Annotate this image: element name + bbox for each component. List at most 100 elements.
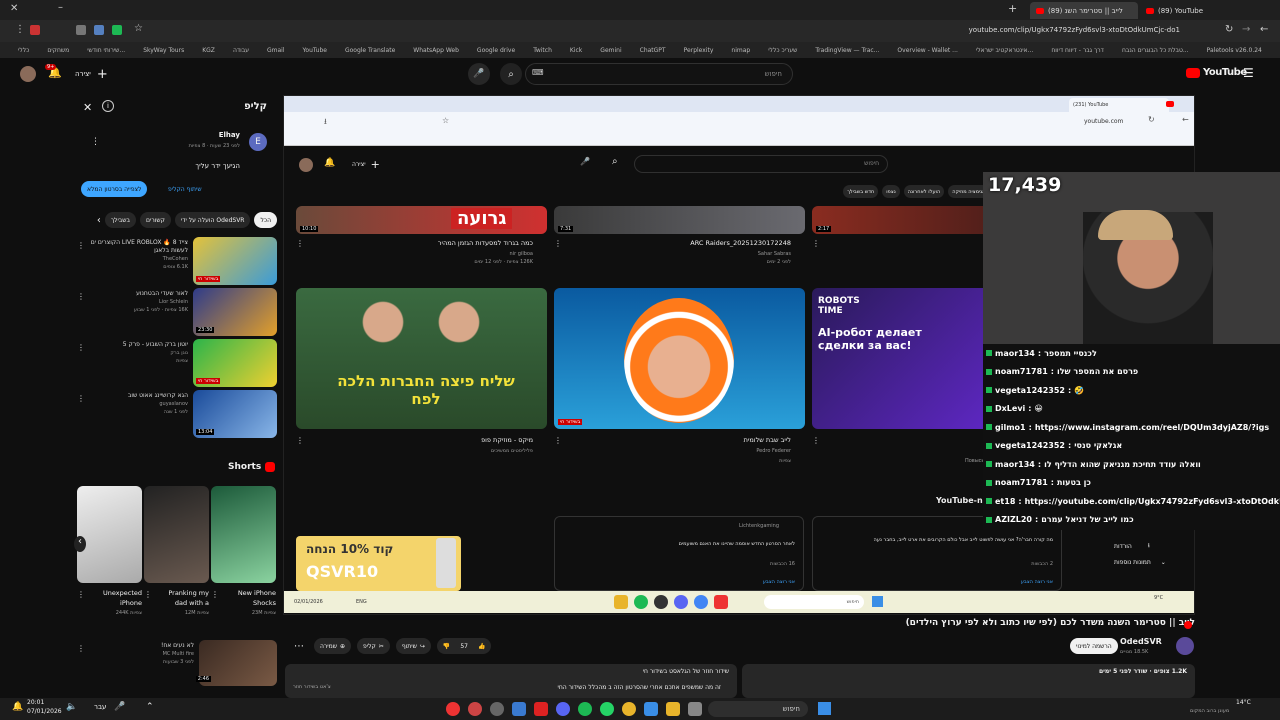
chevron-left-icon[interactable]: ‹	[97, 215, 101, 226]
create-button[interactable]: יצירה +	[352, 158, 380, 171]
dislike-icon[interactable]: 👎	[443, 643, 450, 650]
subscribe-button[interactable]: הרשמה למינוי	[1070, 638, 1118, 654]
youtube-logo[interactable]: YouTube	[1186, 67, 1247, 78]
clip-button[interactable]: קליפ ✂	[357, 638, 390, 654]
bookmark-item[interactable]: Gemini	[600, 47, 621, 54]
menu-dots-icon[interactable]: ⋮	[15, 24, 25, 35]
short-item[interactable]: Pranking my dad with a 12M צפיות ⋮	[144, 486, 209, 616]
more-images-item[interactable]: תמונות נוספות ⌄	[1114, 559, 1166, 566]
more-icon[interactable]: ⋮	[211, 590, 219, 599]
bookmark-item[interactable]: משחקים	[47, 47, 69, 54]
chevron-left-icon[interactable]: ‹	[74, 536, 86, 552]
back-icon[interactable]: ←	[1182, 115, 1189, 124]
more-icon[interactable]: ⋮	[554, 239, 562, 248]
spotify-icon[interactable]	[578, 702, 592, 716]
app-icon[interactable]	[644, 702, 658, 716]
bookmark-item[interactable]: אינטראקטיב ישראלי...	[976, 47, 1033, 54]
bookmark-item[interactable]: Google drive	[477, 47, 515, 54]
bookmark-item[interactable]: טבלת כל הבוגרים הנבח...	[1122, 47, 1189, 54]
notifications-icon[interactable]: 🔔	[324, 158, 335, 168]
more-icon[interactable]: ⋮	[554, 436, 562, 445]
more-icon[interactable]: ⋮	[144, 590, 152, 599]
video-thumbnail[interactable]: 13:04	[193, 390, 277, 438]
bookmark-item[interactable]: Paletools v26.0.24	[1207, 47, 1262, 54]
chevron-up-icon[interactable]: ⌃	[146, 702, 154, 712]
bookmark-item[interactable]: Perplexity	[684, 47, 714, 54]
extension-icon[interactable]	[112, 25, 122, 35]
short-thumbnail[interactable]	[211, 486, 276, 583]
share-button[interactable]: שיתוף ↪	[395, 638, 431, 654]
os-search[interactable]: חיפוש	[708, 701, 808, 717]
bookmark-item[interactable]: עבודה	[233, 47, 249, 54]
more-icon[interactable]: ⋮	[812, 239, 820, 248]
channel-avatar[interactable]	[1176, 637, 1194, 655]
tab-live-clip[interactable]: לייב || סטרימר השנ (89)	[1030, 2, 1138, 19]
app-icon[interactable]	[674, 595, 688, 609]
more-icon[interactable]: ⋮	[77, 590, 85, 599]
search-input[interactable]: חיפוש	[525, 63, 793, 85]
download-icon[interactable]: ⭳	[324, 116, 327, 130]
app-icon[interactable]	[654, 595, 668, 609]
minimize-icon[interactable]: –	[58, 2, 63, 13]
whatsapp-icon[interactable]	[600, 702, 614, 716]
more-icon[interactable]: ⋮	[77, 241, 85, 250]
avatar[interactable]	[299, 158, 313, 172]
list-item[interactable]: בשידור חי צייד 8 🔥 LIVE ROBLOX הקוצרים ים…	[77, 237, 277, 287]
app-icon[interactable]	[688, 702, 702, 716]
more-icon[interactable]: ⋮	[77, 644, 85, 653]
search-icon[interactable]: ⌕	[612, 156, 618, 167]
new-tab-icon[interactable]: +	[1008, 2, 1017, 15]
video-thumbnail[interactable]: בשידור חי	[554, 288, 805, 429]
app-icon[interactable]	[534, 702, 548, 716]
video-thumbnail[interactable]: 23:30	[193, 288, 277, 336]
video-thumbnail[interactable]: 7:31	[554, 206, 805, 234]
info-icon[interactable]: i	[102, 100, 114, 112]
bookmark-item[interactable]: nimap	[731, 47, 750, 54]
bookmark-item[interactable]: YouTube	[303, 47, 327, 54]
back-icon[interactable]: ←	[1260, 24, 1268, 35]
bookmark-item[interactable]: Google Translate	[345, 47, 395, 54]
short-item[interactable]: Unexpected iPhone 244K צפיות ⋮	[77, 486, 142, 616]
community-post[interactable]: Lichtenkgaming לאחר הסרטון החדש אוסמה שה…	[554, 516, 804, 591]
star-bookmark-icon[interactable]: ☆	[134, 23, 143, 34]
more-icon[interactable]: ⋮	[77, 343, 85, 352]
voice-search-icon[interactable]: 🎤	[580, 157, 590, 166]
like-icon[interactable]: 👍	[478, 643, 485, 650]
app-icon[interactable]	[714, 595, 728, 609]
more-icon[interactable]: ⋮	[296, 239, 304, 248]
folder-icon[interactable]	[666, 702, 680, 716]
video-card[interactable]: 7:31 ARC Raiders_20251230172248 Sahar Sabr…	[554, 206, 805, 276]
app-icon[interactable]	[694, 595, 708, 609]
refresh-icon[interactable]: ↻	[1225, 24, 1233, 35]
tab-youtube[interactable]: (89) YouTube	[1140, 2, 1235, 19]
extension-icon[interactable]	[76, 25, 86, 35]
hamburger-menu-icon[interactable]: ☰	[1243, 66, 1254, 80]
inner-url[interactable]: youtube.com	[1084, 118, 1123, 125]
windows-start-icon[interactable]	[872, 596, 883, 607]
app-icon[interactable]	[614, 595, 628, 609]
more-icon[interactable]: ⋮	[812, 436, 820, 445]
list-item[interactable]: 2:46 לא נעים אח! MC Multi fire לפני 3 שב…	[77, 640, 277, 688]
close-icon[interactable]: ✕	[83, 101, 92, 114]
inner-chip[interactable]: נצפו	[882, 185, 900, 198]
video-thumbnail[interactable]: גרועה 10:10	[296, 206, 547, 234]
chrome-icon[interactable]	[622, 702, 636, 716]
inner-chip[interactable]: הועלו לאחרונה	[903, 185, 945, 198]
bookmark-item[interactable]: Twitch	[533, 47, 552, 54]
channel-name[interactable]: OdedSVR	[1120, 637, 1162, 646]
share-clip-button[interactable]: שיתוף הקליפ	[162, 181, 208, 197]
watch-full-video-button[interactable]: לצפייה בסרטון המלא	[81, 181, 148, 197]
inner-chip[interactable]: חדש בשבילך	[843, 185, 879, 198]
post-cta[interactable]: אני רוצה הצבע	[763, 579, 795, 585]
app-icon[interactable]	[634, 595, 648, 609]
chip-related[interactable]: קשורים	[140, 212, 171, 228]
extension-icon[interactable]	[94, 25, 104, 35]
list-item[interactable]: 13:04 הגא קרושיינג אאוט שוב guyaslanov לפני…	[77, 390, 277, 440]
save-button[interactable]: שמירה ⊕	[314, 638, 352, 654]
volume-icon[interactable]: 🔈	[66, 702, 77, 712]
video-card[interactable]: בשידור חי לייב שבת שלומית Pedro Federer צפי…	[554, 288, 805, 478]
inner-search[interactable]: חיפוש	[764, 595, 864, 609]
bookmark-item[interactable]: WhatsApp Web	[413, 47, 459, 54]
bookmark-item[interactable]: Kick	[570, 47, 582, 54]
keyboard-icon[interactable]: ⌨	[532, 68, 544, 77]
